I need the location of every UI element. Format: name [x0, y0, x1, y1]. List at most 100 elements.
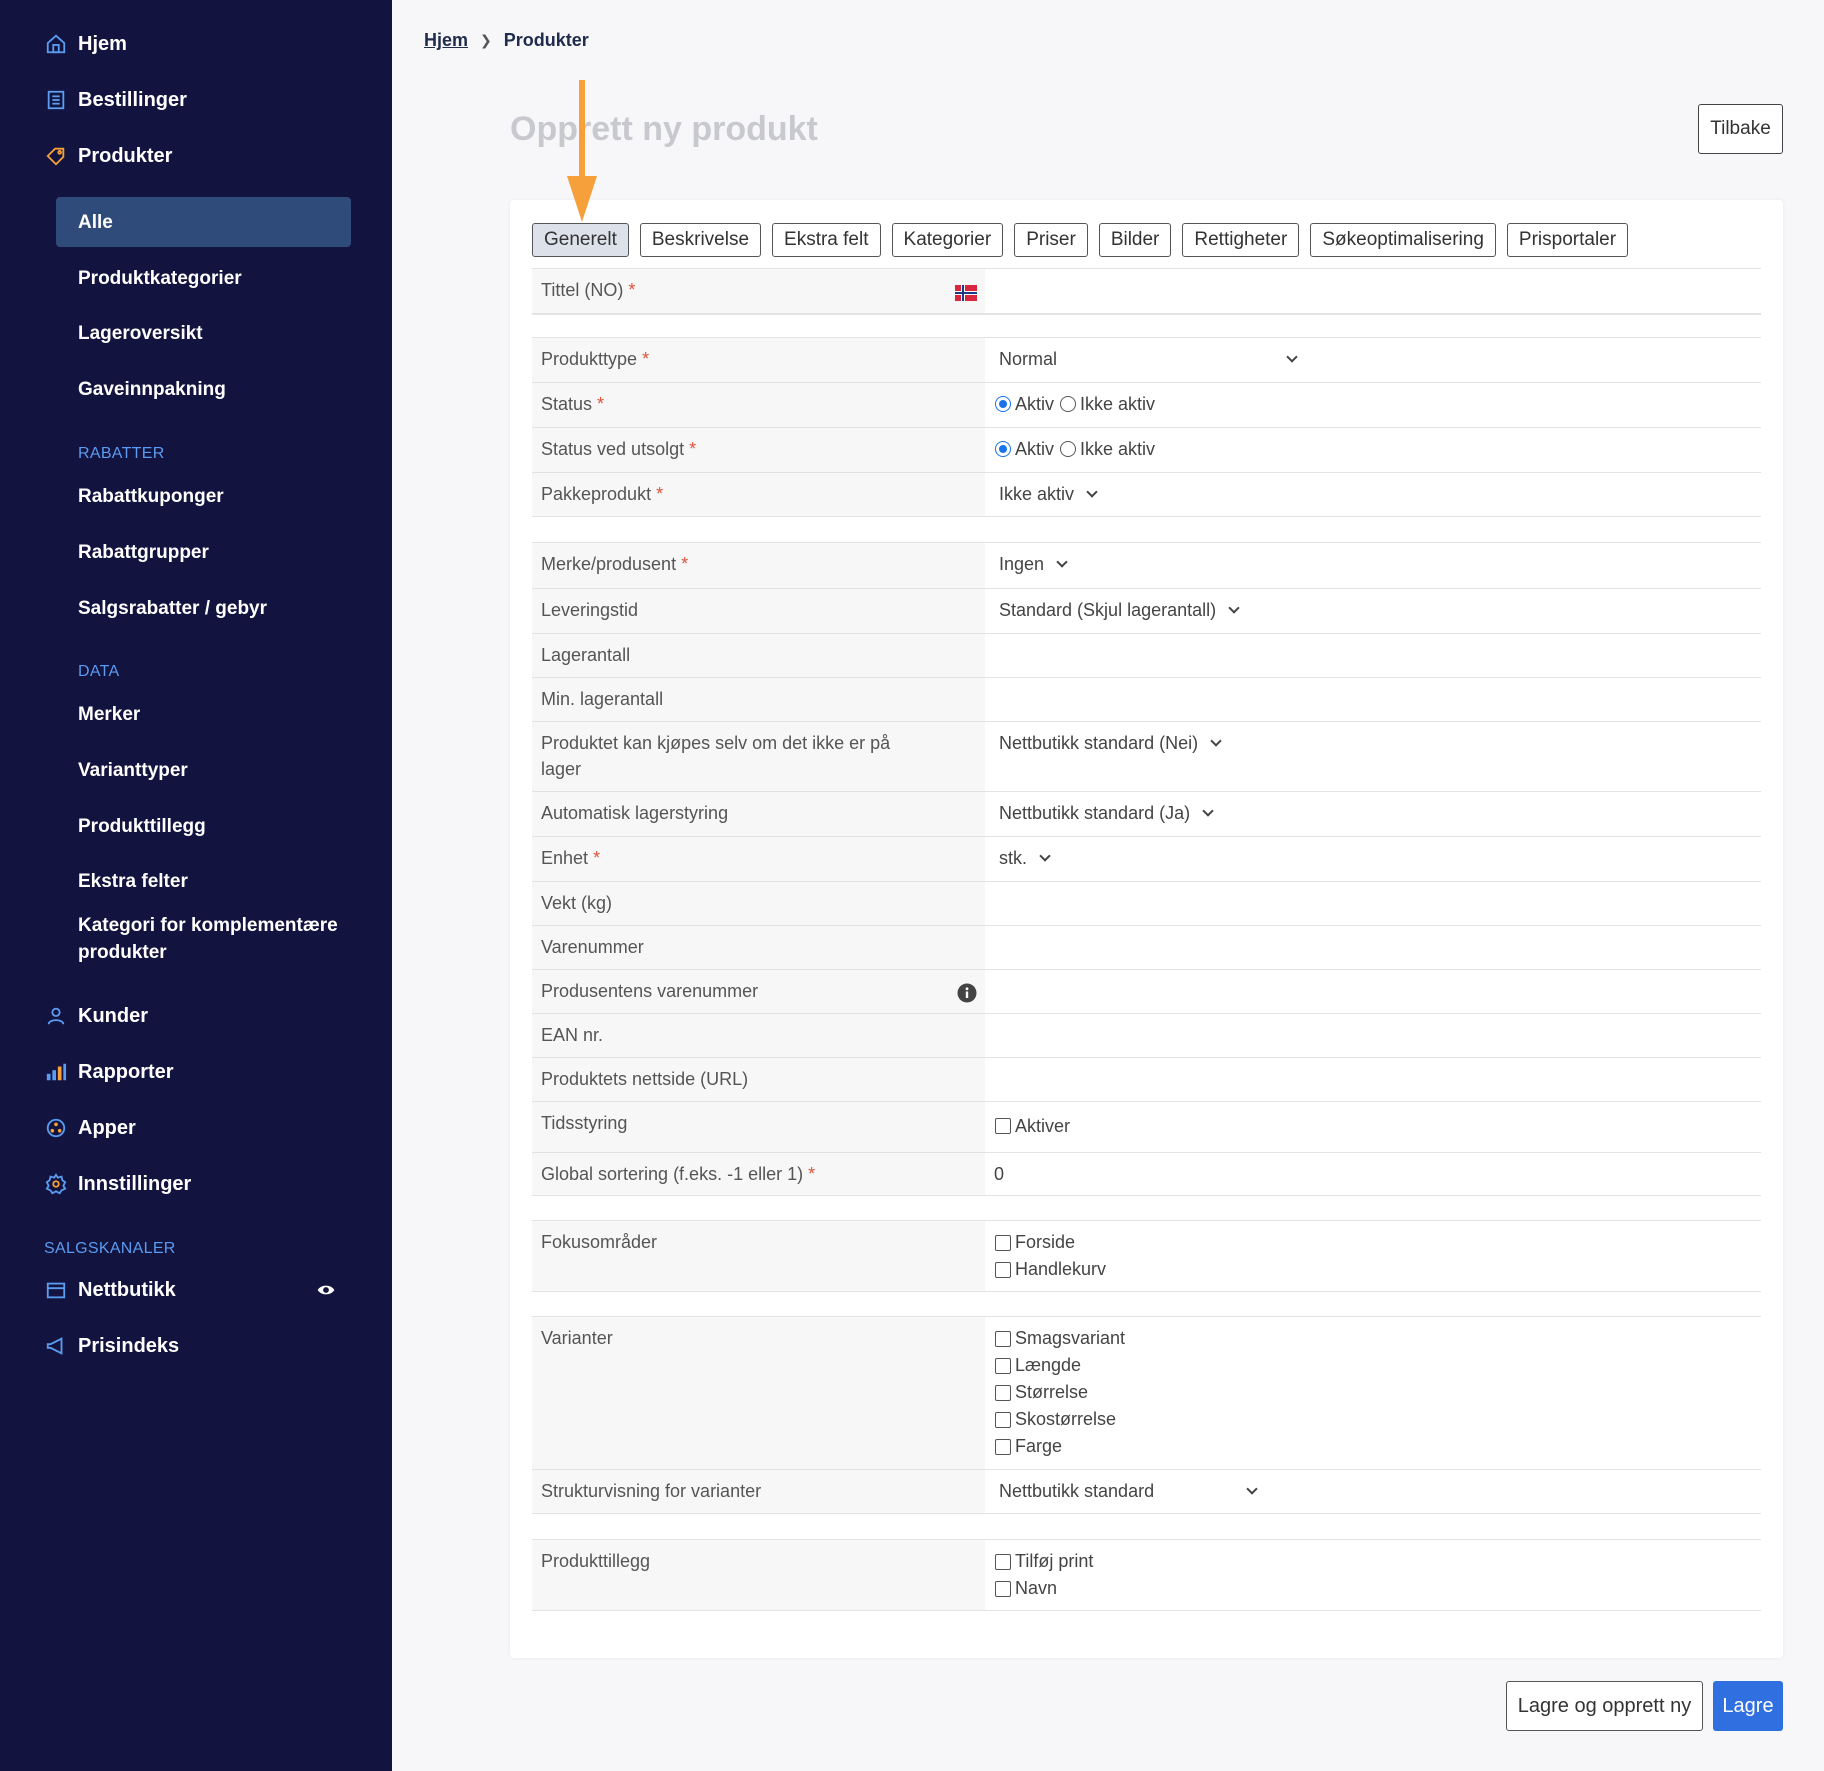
section-label-data: DATA: [78, 663, 120, 680]
title-input[interactable]: [985, 269, 1761, 313]
weight-input[interactable]: [985, 882, 1761, 925]
addon-name-checkbox[interactable]: [995, 1580, 1011, 1597]
section-label-rabatter: RABATTER: [78, 445, 165, 462]
min-stock-input[interactable]: [985, 678, 1761, 721]
chevron-down-icon: [1286, 350, 1298, 363]
save-button[interactable]: Lagre: [1713, 1681, 1783, 1731]
tab-general[interactable]: Generelt: [532, 223, 629, 257]
delivery-select[interactable]: Standard (Skjul lagerantall): [999, 597, 1240, 623]
variant-size-checkbox[interactable]: [995, 1384, 1011, 1401]
sidebar-sub-coupons[interactable]: Rabattkuponger: [78, 483, 224, 510]
sidebar-item-home[interactable]: Hjem: [44, 24, 127, 64]
section-label-salgskanaler: SALGSKANALER: [44, 1240, 176, 1257]
info-icon[interactable]: [957, 983, 977, 1003]
mfr-sku-input[interactable]: [985, 970, 1761, 1013]
row-sort: Global sortering (f.eks. -1 eller 1) * 0: [532, 1152, 1761, 1196]
sort-label: Global sortering (f.eks. -1 eller 1): [541, 1164, 804, 1184]
status-active-radio[interactable]: [995, 396, 1011, 412]
url-label: Produktets nettside (URL): [541, 1069, 749, 1089]
sidebar-item-label: Prisindeks: [78, 1334, 180, 1357]
sidebar-item-label: Bestillinger: [78, 88, 187, 111]
chevron-down-icon: [1086, 485, 1098, 498]
row-focus: Fokusområder Forside Handlekurv: [532, 1220, 1761, 1292]
sidebar-sub-sales-discounts[interactable]: Salgsrabatter / gebyr: [78, 595, 267, 622]
variant-length-checkbox[interactable]: [995, 1357, 1011, 1374]
focus-cart-checkbox[interactable]: [995, 1261, 1011, 1278]
row-status: Status * Aktiv Ikke aktiv: [532, 382, 1761, 427]
tag-icon: [44, 144, 68, 168]
variant-color-checkbox[interactable]: [995, 1438, 1011, 1455]
sidebar-item-orders[interactable]: Bestillinger: [44, 80, 187, 120]
row-stock: Lagerantall: [532, 633, 1761, 677]
stock-input[interactable]: [985, 634, 1761, 677]
tab-permissions[interactable]: Rettigheter: [1182, 223, 1300, 257]
page-title: Opprett ny produkt: [510, 110, 818, 148]
eye-icon[interactable]: [316, 1280, 336, 1300]
sidebar-item-customers[interactable]: Kunder: [44, 996, 148, 1036]
tab-description[interactable]: Beskrivelse: [639, 223, 762, 257]
sidebar-sub-all[interactable]: Alle: [78, 209, 113, 236]
breadcrumb-home-link[interactable]: Hjem: [424, 30, 468, 51]
structure-select[interactable]: Nettbutikk standard: [999, 1478, 1258, 1504]
breadcrumb-current: Produkter: [503, 30, 589, 50]
soldout-inactive-radio[interactable]: [1060, 441, 1077, 457]
addon-print-checkbox[interactable]: [995, 1553, 1011, 1570]
tab-extra-fields[interactable]: Ekstra felt: [772, 223, 881, 257]
sidebar-item-settings[interactable]: Innstillinger: [44, 1164, 191, 1204]
sidebar-item-webshop[interactable]: Nettbutikk: [44, 1270, 176, 1310]
sidebar-item-label: Rapporter: [78, 1060, 174, 1083]
sidebar-item-label: Hjem: [78, 32, 127, 55]
buy-oos-select[interactable]: Nettbutikk standard (Nei): [999, 730, 1222, 756]
sort-input[interactable]: 0: [985, 1153, 1761, 1195]
sidebar-sub-giftwrap[interactable]: Gaveinnpakning: [78, 376, 226, 403]
sidebar-item-reports[interactable]: Rapporter: [44, 1052, 174, 1092]
status-inactive-radio[interactable]: [1060, 396, 1077, 412]
tab-images[interactable]: Bilder: [1098, 223, 1172, 257]
structure-label: Strukturvisning for varianter: [541, 1481, 762, 1501]
focus-frontpage-checkbox[interactable]: [995, 1234, 1011, 1251]
sidebar-sub-discount-groups[interactable]: Rabattgrupper: [78, 539, 209, 566]
package-select[interactable]: Ikke aktiv: [999, 481, 1098, 507]
save-and-new-button[interactable]: Lagre og opprett ny: [1506, 1681, 1703, 1731]
tab-prices[interactable]: Priser: [1014, 223, 1088, 257]
row-auto-stock: Automatisk lagerstyring Nettbutikk stand…: [532, 791, 1761, 836]
back-button[interactable]: Tilbake: [1698, 104, 1783, 154]
timing-checkbox[interactable]: [995, 1118, 1011, 1134]
row-status-soldout: Status ved utsolgt * Aktiv Ikke aktiv: [532, 427, 1761, 472]
row-unit: Enhet * stk.: [532, 836, 1761, 881]
sidebar-sub-extra-fields[interactable]: Ekstra felter: [78, 868, 188, 895]
row-addons: Produkttillegg Tilføj print Navn: [532, 1539, 1761, 1611]
variant-shoesize-checkbox[interactable]: [995, 1411, 1011, 1428]
unit-select[interactable]: stk.: [999, 845, 1051, 871]
sidebar-item-apps[interactable]: Apper: [44, 1108, 136, 1148]
sidebar-sub-categories[interactable]: Produktkategorier: [78, 265, 242, 292]
brand-select[interactable]: Ingen: [999, 551, 1068, 577]
status-label: Status: [541, 394, 593, 414]
soldout-active-radio[interactable]: [995, 441, 1011, 457]
tab-categories[interactable]: Kategorier: [891, 223, 1004, 257]
sidebar-item-label: Innstillinger: [78, 1172, 192, 1195]
tab-seo[interactable]: Søkeoptimalisering: [1310, 223, 1496, 257]
buy-oos-label: Produktet kan kjøpes selv om det ikke er…: [541, 733, 891, 779]
stock-label: Lagerantall: [541, 645, 631, 665]
sidebar-sub-variant-types[interactable]: Varianttyper: [78, 757, 188, 784]
auto-stock-select[interactable]: Nettbutikk standard (Ja): [999, 800, 1214, 826]
sidebar-item-label: Kunder: [78, 1004, 148, 1027]
sidebar-sub-brands[interactable]: Merker: [78, 701, 140, 728]
url-input[interactable]: [985, 1058, 1761, 1101]
tab-price-portals[interactable]: Prisportaler: [1506, 223, 1629, 257]
sidebar-item-price-index[interactable]: Prisindeks: [44, 1326, 179, 1366]
sidebar-item-label: Produkter: [78, 144, 173, 167]
sidebar-sub-stock[interactable]: Lageroversikt: [78, 320, 203, 347]
row-variant-structure: Strukturvisning for varianter Nettbutikk…: [532, 1469, 1761, 1514]
ean-input[interactable]: [985, 1014, 1761, 1057]
sidebar-item-products[interactable]: Produkter: [44, 136, 172, 176]
sidebar-sub-complementary[interactable]: Kategori for komplementære produkter: [78, 912, 338, 966]
sku-input[interactable]: [985, 926, 1761, 969]
sidebar-sub-addons[interactable]: Produkttillegg: [78, 813, 206, 840]
apps-icon: [44, 1116, 68, 1140]
row-product-type: Produkttype * Normal: [532, 337, 1761, 382]
product-type-select[interactable]: Normal: [999, 346, 1298, 372]
row-min-stock: Min. lagerantall: [532, 677, 1761, 721]
variant-flavor-checkbox[interactable]: [995, 1330, 1011, 1347]
